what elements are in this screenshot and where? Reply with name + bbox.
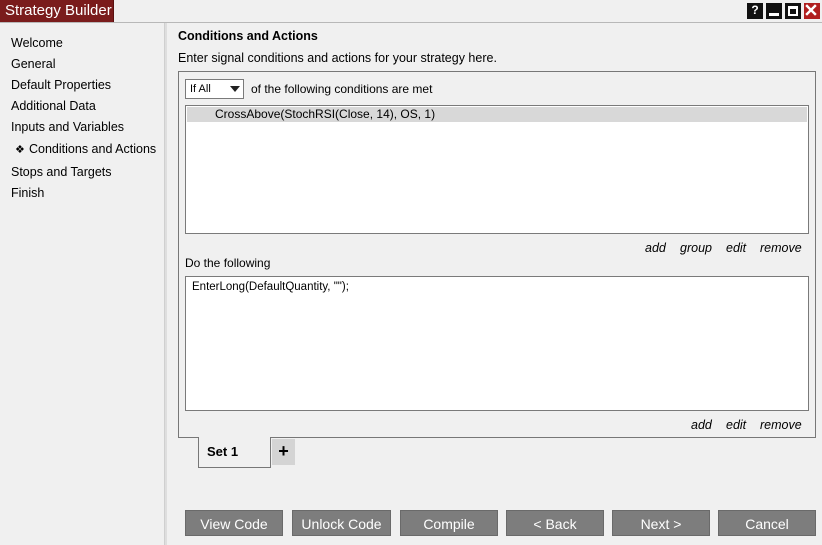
minimize-button[interactable] xyxy=(766,3,782,19)
conditions-list[interactable]: CrossAbove(StochRSI(Close, 14), OS, 1) xyxy=(185,105,809,234)
actions-list[interactable]: EnterLong(DefaultQuantity, ""); xyxy=(185,276,809,411)
sidebar-item-stops-and-targets[interactable]: Stops and Targets xyxy=(11,165,112,179)
sidebar-item-inputs-and-variables[interactable]: Inputs and Variables xyxy=(11,120,124,134)
cancel-button[interactable]: Cancel xyxy=(718,510,816,536)
condition-match-label: of the following conditions are met xyxy=(251,82,433,96)
sidebar-item-conditions-and-actions[interactable]: ❖ Conditions and Actions xyxy=(15,142,156,156)
sidebar-item-general[interactable]: General xyxy=(11,57,55,71)
sidebar-item-welcome[interactable]: Welcome xyxy=(11,36,63,50)
maximize-button[interactable] xyxy=(785,3,801,19)
sidebar-item-finish[interactable]: Finish xyxy=(11,186,44,200)
sidebar-item-default-properties[interactable]: Default Properties xyxy=(11,78,111,92)
action-edit-link[interactable]: edit xyxy=(726,418,746,432)
tab-set-1[interactable]: Set 1 xyxy=(198,437,271,468)
condition-row[interactable]: CrossAbove(StochRSI(Close, 14), OS, 1) xyxy=(187,107,807,122)
condition-match-value: If All xyxy=(190,83,211,95)
actions-label: Do the following xyxy=(185,256,271,270)
page-description: Enter signal conditions and actions for … xyxy=(178,51,497,65)
condition-add-link[interactable]: add xyxy=(645,241,666,255)
chevron-down-icon xyxy=(230,86,240,92)
condition-remove-link[interactable]: remove xyxy=(760,241,802,255)
maximize-icon xyxy=(788,6,798,16)
unlock-code-button[interactable]: Unlock Code xyxy=(292,510,391,536)
window-title: Strategy Builder xyxy=(0,0,114,22)
page-title: Conditions and Actions xyxy=(178,29,318,43)
active-bullet-icon: ❖ xyxy=(15,144,25,156)
condition-group-link[interactable]: group xyxy=(680,241,712,255)
help-button[interactable]: ? xyxy=(747,3,763,19)
close-icon xyxy=(805,4,817,16)
help-icon: ? xyxy=(751,3,759,17)
add-set-button[interactable]: + xyxy=(272,439,295,465)
compile-button[interactable]: Compile xyxy=(400,510,498,536)
back-button[interactable]: < Back xyxy=(506,510,604,536)
plus-icon: + xyxy=(278,441,289,461)
sidebar-divider xyxy=(165,23,167,545)
condition-match-select[interactable]: If All xyxy=(185,79,244,99)
close-button[interactable] xyxy=(804,3,820,19)
title-bar: Strategy Builder ? xyxy=(0,0,822,23)
condition-edit-link[interactable]: edit xyxy=(726,241,746,255)
sidebar-item-additional-data[interactable]: Additional Data xyxy=(11,99,96,113)
sidebar-item-label: Conditions and Actions xyxy=(29,142,157,156)
next-button[interactable]: Next > xyxy=(612,510,710,536)
action-add-link[interactable]: add xyxy=(691,418,712,432)
minimize-icon xyxy=(769,13,779,16)
view-code-button[interactable]: View Code xyxy=(185,510,283,536)
action-remove-link[interactable]: remove xyxy=(760,418,802,432)
action-row[interactable]: EnterLong(DefaultQuantity, ""); xyxy=(192,281,349,293)
